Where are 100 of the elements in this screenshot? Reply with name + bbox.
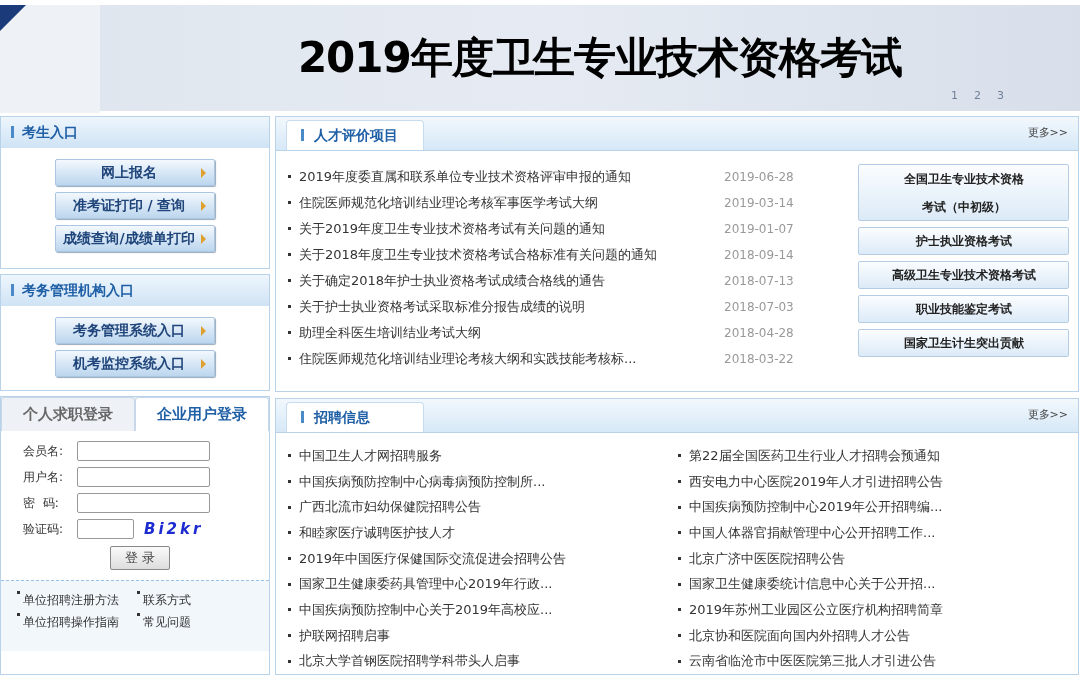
news-link[interactable]: 西安电力中心医院2019年人才引进招聘公告 <box>689 471 944 492</box>
bullet-icon <box>288 357 291 361</box>
bullet-icon <box>288 633 291 637</box>
bullet-icon <box>678 582 681 586</box>
news-link[interactable]: 2019年度委直属和联系单位专业技术资格评审申报的通知 <box>299 167 724 187</box>
news-link[interactable]: 关于2019年度卫生专业技术资格考试有关问题的通知 <box>299 219 724 239</box>
bullet-icon <box>678 608 681 612</box>
field-label: 会员名: <box>23 443 65 461</box>
caret-icon <box>201 325 206 336</box>
bullet-icon <box>288 608 291 612</box>
input-field[interactable] <box>77 441 210 462</box>
exam-button[interactable]: 高级卫生专业技术资格考试 <box>858 260 1069 289</box>
bullet-icon <box>678 659 681 663</box>
nav-button[interactable]: 机考监控系统入口 <box>55 349 215 377</box>
news-link[interactable]: 北京广济中医医院招聘公告 <box>689 548 845 569</box>
banner-title: 2019年度卫生专业技术资格考试 <box>297 32 903 85</box>
news-link[interactable]: 助理全科医生培训结业考试大纲 <box>299 323 724 343</box>
news-date: 2018-07-03 <box>724 298 794 316</box>
news-date: 2018-03-22 <box>724 350 794 368</box>
bullet-icon <box>288 253 291 257</box>
news-date: 2018-07-13 <box>724 272 794 290</box>
news-link[interactable]: 2019年苏州工业园区公立医疗机构招聘简章 <box>689 600 944 620</box>
more-link[interactable]: 更多>> <box>1027 407 1068 424</box>
bullet-icon <box>288 279 291 283</box>
captcha-image: Bi2kr <box>144 519 204 541</box>
bullet-icon <box>678 505 681 509</box>
nav-button[interactable]: 考务管理系统入口 <box>55 316 215 344</box>
news-link[interactable]: 关于护士执业资格考试采取标准分报告成绩的说明 <box>299 297 724 317</box>
exam-button[interactable]: 护士执业资格考试 <box>858 226 1069 255</box>
exam-button[interactable]: 全国卫生专业技术资格考试（中初级） <box>858 163 1069 221</box>
news-date: 2019-01-07 <box>724 220 794 238</box>
header-bar-icon <box>301 411 304 424</box>
caret-icon <box>201 358 206 369</box>
news-date: 2018-04-28 <box>724 324 794 342</box>
exam-button[interactable]: 职业技能鉴定考试 <box>858 294 1069 323</box>
caret-icon <box>201 233 206 244</box>
news-link[interactable]: 和睦家医疗诚聘医护技人才 <box>299 522 455 543</box>
panel-title: 考生入口 <box>22 122 78 142</box>
bullet-icon <box>288 454 291 458</box>
bullet-icon <box>288 175 291 179</box>
section-tab[interactable]: 人才评价项目 <box>286 119 424 150</box>
nav-button[interactable]: 成绩查询/成绩单打印 <box>55 224 215 252</box>
login-button[interactable]: 登 录 <box>110 545 170 570</box>
news-link[interactable]: 北京大学首钢医院招聘学科带头人启事 <box>299 651 520 671</box>
captcha-field[interactable] <box>77 519 134 540</box>
news-link[interactable]: 中国卫生人才网招聘服务 <box>299 445 442 466</box>
bullet-icon <box>288 479 291 483</box>
field-label: 用户名: <box>23 469 65 487</box>
caret-icon <box>201 167 206 178</box>
bullet-icon <box>288 331 291 335</box>
more-link[interactable]: 更多>> <box>1027 125 1068 142</box>
news-link[interactable]: 关于2018年度卫生专业技术资格考试合格标准有关问题的通知 <box>299 245 724 265</box>
header-bar-icon <box>301 129 304 142</box>
input-field[interactable] <box>77 493 210 514</box>
exam-button[interactable]: 国家卫生计生突出贡献 <box>858 328 1069 357</box>
bullet-icon <box>288 305 291 309</box>
footer-link[interactable]: 单位招聘操作指南 <box>17 612 137 631</box>
nav-button[interactable]: 准考证打印 / 查询 <box>55 191 215 219</box>
footer-link[interactable]: 联系方式 <box>137 590 227 609</box>
footer-link[interactable]: 单位招聘注册方法 <box>17 590 137 609</box>
news-link[interactable]: 住院医师规范化培训结业理论考核军事医学考试大纲 <box>299 193 724 213</box>
bullet-icon <box>288 531 291 535</box>
corner-mark <box>0 5 26 31</box>
news-link[interactable]: 北京协和医院面向国内外招聘人才公告 <box>689 625 910 646</box>
bullet-icon <box>678 531 681 535</box>
bullet-icon <box>678 454 681 458</box>
news-date: 2019-03-14 <box>724 194 794 212</box>
login-tab[interactable]: 企业用户登录 <box>135 396 269 431</box>
caret-icon <box>201 200 206 211</box>
news-link[interactable]: 云南省临沧市中医医院第三批人才引进公告 <box>689 651 936 671</box>
news-link[interactable]: 中国疾病预防控制中心关于2019年高校应... <box>299 600 553 620</box>
news-link[interactable]: 国家卫生健康委药具管理中心2019年行政... <box>299 574 553 594</box>
panel-title: 考务管理机构入口 <box>22 280 134 300</box>
section-tab[interactable]: 招聘信息 <box>286 401 424 432</box>
field-label: 验证码: <box>23 521 65 539</box>
news-link[interactable]: 住院医师规范化培训结业理论考核大纲和实践技能考核标... <box>299 349 724 369</box>
bullet-icon <box>288 556 291 560</box>
news-link[interactable]: 中国疾病预防控制中心2019年公开招聘编... <box>689 497 943 517</box>
header-bar-icon <box>11 284 14 297</box>
news-link[interactable]: 2019年中国医疗保健国际交流促进会招聘公告 <box>299 548 567 569</box>
bullet-icon <box>288 505 291 509</box>
bullet-icon <box>678 633 681 637</box>
footer-link[interactable]: 常见问题 <box>137 612 227 631</box>
news-link[interactable]: 第22届全国医药卫生行业人才招聘会预通知 <box>689 445 940 466</box>
bullet-icon <box>288 227 291 231</box>
news-date: 2019-06-28 <box>724 168 794 186</box>
news-link[interactable]: 护联网招聘启事 <box>299 625 390 646</box>
nav-button[interactable]: 网上报名 <box>55 158 215 186</box>
bullet-icon <box>288 201 291 205</box>
news-link[interactable]: 国家卫生健康委统计信息中心关于公开招... <box>689 574 936 594</box>
news-date: 2018-09-14 <box>724 246 794 264</box>
input-field[interactable] <box>77 467 210 488</box>
header-bar-icon <box>11 126 14 139</box>
news-link[interactable]: 中国疾病预防控制中心病毒病预防控制所... <box>299 471 546 492</box>
field-label: 密 码: <box>23 495 60 513</box>
news-link[interactable]: 广西北流市妇幼保健院招聘公告 <box>299 497 481 517</box>
login-tab[interactable]: 个人求职登录 <box>1 396 135 431</box>
bullet-icon <box>678 479 681 483</box>
news-link[interactable]: 关于确定2018年护士执业资格考试成绩合格线的通告 <box>299 271 724 291</box>
news-link[interactable]: 中国人体器官捐献管理中心公开招聘工作... <box>689 522 936 543</box>
